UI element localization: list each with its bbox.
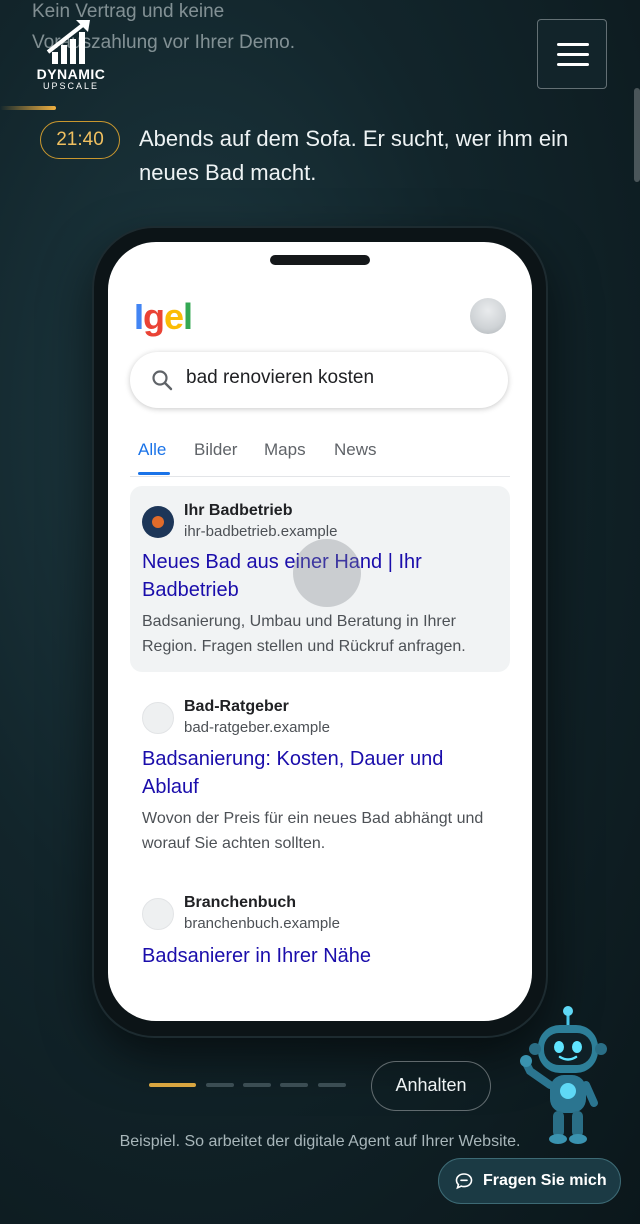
progress-step[interactable] — [280, 1083, 308, 1087]
logo-letter: g — [143, 296, 165, 337]
time-badge: 21:40 — [40, 121, 120, 159]
progress-step[interactable] — [206, 1083, 234, 1087]
result-url: branchenbuch.example — [184, 915, 340, 932]
search-query[interactable]: bad renovieren kosten — [186, 367, 374, 389]
tab-news[interactable]: News — [334, 440, 377, 460]
progress-step[interactable] — [149, 1083, 196, 1087]
logo-subtitle: UPSCALE — [42, 81, 100, 91]
search-result[interactable]: Bad-Ratgeber bad-ratgeber.example Badsan… — [130, 684, 510, 864]
result-site-name: Bad-Ratgeber — [184, 698, 289, 715]
phone-screen: Igel bad renovieren kosten Alle Bilder M… — [108, 242, 532, 1021]
search-icon — [152, 370, 173, 391]
robot-mascot-icon[interactable] — [520, 1005, 610, 1145]
result-site-name: Ihr Badbetrieb — [184, 502, 293, 519]
site-favicon — [142, 702, 174, 734]
site-favicon — [142, 506, 174, 538]
result-url: ihr-badbetrieb.example — [184, 523, 338, 540]
tab-bilder[interactable]: Bilder — [194, 440, 237, 460]
tab-alle[interactable]: Alle — [138, 440, 166, 460]
result-title-link[interactable]: Badsanierung: Kosten, Dauer und Ablauf — [142, 745, 492, 801]
progress-step[interactable] — [243, 1083, 271, 1087]
search-result[interactable]: Branchenbuch branchenbuch.example Badsan… — [130, 882, 510, 982]
logo-letter: l — [183, 296, 193, 337]
ask-me-button[interactable]: Fragen Sie mich — [438, 1158, 621, 1204]
result-url: bad-ratgeber.example — [184, 719, 330, 736]
tap-indicator — [293, 539, 361, 607]
scene-headline: Abends auf dem Sofa. Er sucht, wer ihm e… — [139, 126, 569, 185]
logo-name: DYNAMIC — [36, 66, 106, 82]
active-tab-indicator — [138, 472, 170, 475]
pause-button[interactable]: Anhalten — [371, 1061, 491, 1111]
search-bar[interactable]: bad renovieren kosten — [130, 352, 508, 408]
phone-mockup: Igel bad renovieren kosten Alle Bilder M… — [94, 228, 546, 1036]
progress-step[interactable] — [318, 1083, 346, 1087]
chat-bubble-icon — [455, 1173, 473, 1190]
result-site-name: Branchenbuch — [184, 894, 297, 911]
result-description: Badsanierung, Umbau und Beratung in Ihre… — [142, 613, 466, 655]
phone-notch — [270, 255, 370, 265]
result-title-link[interactable]: Badsanierer in Ihrer Nähe — [142, 942, 492, 970]
page-scrollbar[interactable] — [634, 88, 640, 182]
result-description: Wovon der Preis für ein neues Bad abhäng… — [142, 810, 484, 852]
hamburger-icon — [557, 43, 589, 46]
avatar[interactable] — [470, 298, 506, 334]
light-streak — [0, 106, 56, 110]
site-favicon — [142, 898, 174, 930]
search-tabs: Alle Bilder Maps News — [130, 434, 510, 477]
menu-button[interactable] — [537, 19, 607, 89]
logo-letter: e — [164, 296, 184, 337]
search-engine-logo: Igel — [134, 296, 193, 338]
logo-letter: I — [134, 296, 144, 337]
ask-me-label: Fragen Sie mich — [483, 1172, 607, 1189]
tab-maps[interactable]: Maps — [264, 440, 306, 460]
